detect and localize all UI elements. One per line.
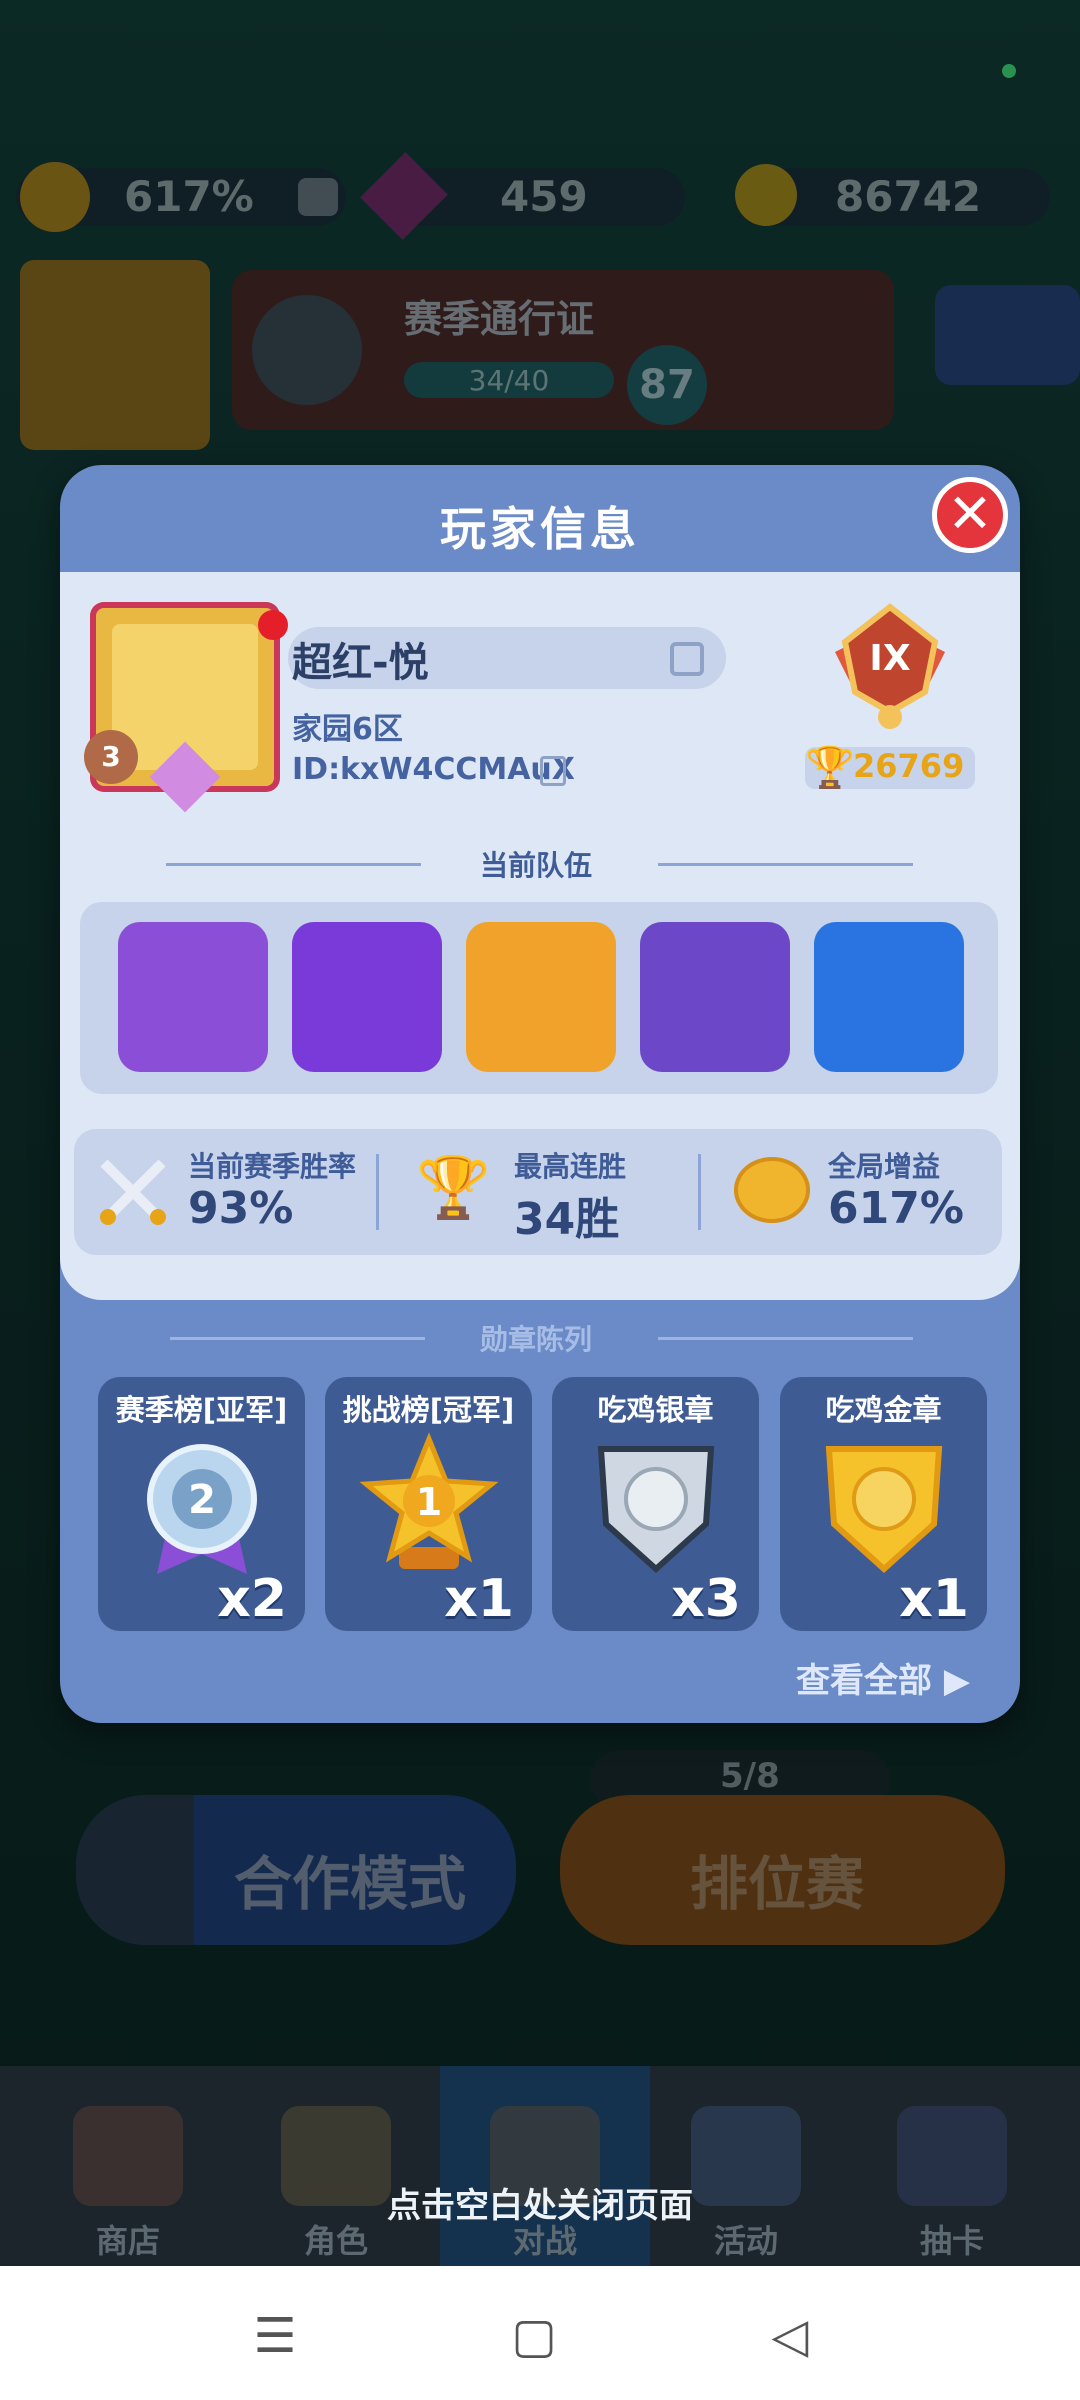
view-all-label: 查看全部 [796,1661,932,1701]
medal-card-4[interactable]: 吃鸡金章 x1 [780,1377,987,1631]
gold-star-medal-icon: 1 [358,1432,499,1569]
boost-value: 617% [828,1183,964,1234]
rank-badge[interactable]: IX [825,602,955,732]
player-id: ID:kxW4CCMAuX [292,752,575,787]
hero-slot-1[interactable] [118,922,268,1072]
modal-title: 玩家信息 [440,502,640,556]
boost-label: 全局增益 [828,1150,941,1183]
medal-rank: 2 [188,1477,216,1523]
player-name: 超红-悦 [292,640,429,686]
edit-icon[interactable] [670,642,704,676]
divider [166,863,421,866]
close-hint: 点击空白处关闭页面 [387,2186,693,2226]
medals-section-label: 勋章陈列 [480,1323,593,1356]
close-icon: ✕ [947,482,993,545]
streak-label: 最高连胜 [514,1150,627,1183]
crossed-swords-icon [96,1155,170,1229]
rank-label: IX [869,638,910,679]
avatar-level-badge: 3 [84,730,138,784]
close-button[interactable]: ✕ [932,477,1008,553]
win-rate-value: 93% [188,1183,294,1234]
player-info-modal: 玩家信息 ✕ 3 超红-悦 家园6区 ID:kxW4CCMAuX IX 🏆 26… [60,465,1020,1723]
player-avatar[interactable]: 3 [84,602,280,813]
hero-slot-2[interactable] [292,922,442,1072]
boost-icon [734,1157,810,1223]
trophy-count: 26769 [853,747,965,785]
medal-count: x2 [217,1569,287,1629]
notification-dot [258,610,288,640]
hero-slot-4[interactable] [640,922,790,1072]
medal-count: x1 [444,1569,514,1629]
silver-medal-icon: 2 [146,1444,257,1574]
medal-count: x3 [671,1569,741,1629]
medal-card-2[interactable]: 挑战榜[冠军] 1 x1 [325,1377,532,1631]
menu-icon[interactable]: ☰ [245,2306,305,2366]
trophy-icon: 🏆 [805,745,855,791]
silver-shield-medal-icon [597,1446,714,1574]
play-arrow-icon: ▶ [943,1661,970,1701]
hero-slot-5[interactable] [814,922,964,1072]
medal-rank: 1 [415,1480,441,1524]
gold-shield-medal-icon [825,1446,942,1574]
info-panel: 3 超红-悦 家园6区 ID:kxW4CCMAuX IX 🏆 26769 当前队… [60,572,1020,1300]
divider [658,863,913,866]
medal-name: 赛季榜[亚军] [115,1393,288,1427]
hero-slot-3[interactable] [466,922,616,1072]
player-region: 家园6区 [292,712,403,747]
system-nav-bar: ☰ ▢ ◁ [0,2266,1080,2400]
divider [170,1337,425,1340]
medal-name: 挑战榜[冠军] [342,1393,515,1427]
medal-name: 吃鸡金章 [825,1393,942,1427]
stat-divider [376,1154,379,1230]
team-section-label: 当前队伍 [480,849,593,882]
medal-name: 吃鸡银章 [597,1393,714,1427]
divider [658,1337,913,1340]
view-all-link[interactable]: 查看全部 ▶ [796,1653,970,1702]
win-rate-label: 当前赛季胜率 [188,1150,357,1183]
back-icon[interactable]: ◁ [760,2306,820,2366]
medal-count: x1 [899,1569,969,1629]
team-panel [80,902,998,1094]
medal-card-3[interactable]: 吃鸡银章 x3 [552,1377,759,1631]
trophy-icon: 🏆 [416,1153,491,1223]
home-icon[interactable]: ▢ [504,2306,564,2366]
stats-panel: 当前赛季胜率 93% 🏆 最高连胜 34胜 全局增益 617% [74,1129,1002,1255]
copy-icon[interactable] [540,756,566,786]
stat-divider [698,1154,701,1230]
streak-value: 34胜 [514,1194,620,1245]
medal-card-1[interactable]: 赛季榜[亚军] 2 x2 [98,1377,305,1631]
